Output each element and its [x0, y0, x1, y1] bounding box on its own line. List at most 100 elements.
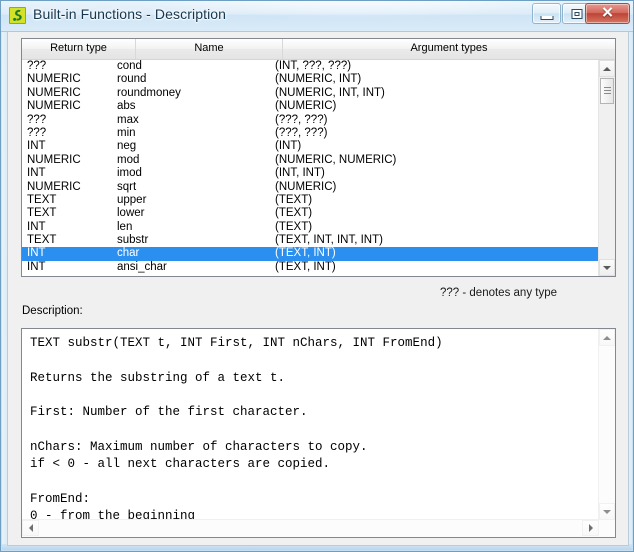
minimize-icon: [540, 15, 553, 20]
cell-name: mod: [117, 153, 140, 166]
cell-return-type: ???: [27, 126, 47, 139]
chevron-up-icon: [603, 335, 611, 340]
window-title: Built-in Functions - Description: [33, 6, 227, 22]
cell-argument-types: (INT, ???, ???): [275, 60, 352, 72]
window-frame: Built-in Functions - Description ✕ Retur…: [0, 0, 634, 552]
cell-return-type: INT: [27, 140, 46, 153]
cell-return-type: TEXT: [27, 234, 57, 247]
cell-argument-types: (TEXT, INT): [275, 247, 336, 260]
chevron-down-icon: [603, 509, 611, 514]
any-type-note: ??? - denotes any type: [440, 287, 557, 299]
title-bar[interactable]: Built-in Functions - Description ✕: [1, 1, 633, 32]
cell-return-type: NUMERIC: [27, 100, 81, 113]
table-row[interactable]: INT len (TEXT): [22, 221, 599, 234]
cell-return-type: NUMERIC: [27, 73, 81, 86]
table-row[interactable]: NUMERIC sqrt (NUMERIC): [22, 181, 599, 194]
table-row[interactable]: INT imod (INT, INT): [22, 167, 599, 180]
column-header-name[interactable]: Name: [136, 39, 283, 59]
cell-return-type: TEXT: [27, 207, 57, 220]
cell-argument-types: (TEXT, INT, INT, INT): [275, 234, 383, 247]
table-row[interactable]: TEXT upper (TEXT): [22, 194, 599, 207]
table-row[interactable]: NUMERIC mod (NUMERIC, NUMERIC): [22, 154, 599, 167]
cell-argument-types: (NUMERIC): [275, 100, 337, 113]
cell-name: upper: [117, 193, 147, 206]
cell-return-type: TEXT: [27, 193, 57, 206]
chevron-up-icon: [603, 66, 611, 71]
client-area: Return type Name Argument types ??? cond (…: [7, 32, 629, 546]
description-scroll-up-button[interactable]: [599, 329, 615, 346]
chevron-down-icon: [603, 265, 611, 270]
cell-argument-types: (NUMERIC, NUMERIC): [275, 153, 397, 166]
cell-return-type: INT: [27, 247, 46, 260]
maximize-icon: [571, 8, 582, 19]
cell-name: abs: [117, 100, 136, 113]
cell-return-type: ???: [27, 113, 47, 126]
table-row[interactable]: INT ansi_char (TEXT, INT): [22, 261, 599, 274]
cell-name: imod: [117, 167, 142, 180]
cell-name: char: [117, 247, 140, 260]
table-row[interactable]: INT char (TEXT, INT): [22, 247, 599, 261]
cell-return-type: INT: [27, 220, 46, 233]
scroll-up-button[interactable]: [599, 60, 615, 77]
cell-name: min: [117, 126, 136, 139]
app-icon: [9, 7, 26, 24]
cell-name: ansi_char: [117, 260, 167, 273]
cell-name: round: [117, 73, 147, 86]
scrollbar-corner: [599, 520, 615, 537]
minimize-button[interactable]: [532, 3, 561, 24]
chevron-right-icon: [588, 524, 593, 532]
cell-name: max: [117, 113, 139, 126]
cell-return-type: NUMERIC: [27, 180, 81, 193]
description-scroll-down-button[interactable]: [599, 503, 615, 520]
cell-return-type: NUMERIC: [27, 153, 81, 166]
close-button[interactable]: ✕: [585, 3, 630, 24]
table-row[interactable]: INT neg (INT): [22, 140, 599, 153]
cell-argument-types: (TEXT): [275, 207, 313, 220]
column-header-return-type[interactable]: Return type: [22, 39, 136, 59]
scroll-down-button[interactable]: [599, 259, 615, 276]
table-row[interactable]: TEXT substr (TEXT, INT, INT, INT): [22, 234, 599, 247]
cell-name: cond: [117, 60, 142, 72]
cell-name: neg: [117, 140, 137, 153]
close-icon: ✕: [601, 5, 614, 21]
cell-return-type: ???: [27, 60, 47, 72]
cell-argument-types: (TEXT): [275, 193, 313, 206]
table-row[interactable]: NUMERIC round (NUMERIC, INT): [22, 73, 599, 86]
list-header-row: Return type Name Argument types: [22, 39, 615, 60]
functions-list[interactable]: Return type Name Argument types ??? cond (…: [21, 38, 616, 277]
cell-argument-types: (NUMERIC): [275, 180, 337, 193]
description-label: Description:: [22, 305, 83, 317]
table-row[interactable]: TEXT lower (TEXT): [22, 207, 599, 220]
scrollbar-thumb[interactable]: [600, 78, 614, 104]
cell-argument-types: (INT): [275, 140, 302, 153]
cell-name: sqrt: [117, 180, 137, 193]
cell-name: len: [117, 220, 133, 233]
description-panel[interactable]: TEXT substr(TEXT t, INT First, INT nChar…: [21, 328, 616, 538]
list-rows-container: ??? cond (INT, ???, ???) NUMERIC round (NUMER…: [22, 60, 599, 276]
description-text[interactable]: TEXT substr(TEXT t, INT First, INT nChar…: [22, 329, 599, 520]
cell-argument-types: (???, ???): [275, 113, 328, 126]
description-vertical-scrollbar[interactable]: [598, 329, 615, 520]
column-header-argument-types[interactable]: Argument types: [283, 39, 615, 59]
cell-return-type: INT: [27, 260, 46, 273]
cell-return-type: NUMERIC: [27, 86, 81, 99]
cell-argument-types: (TEXT, INT): [275, 260, 336, 273]
description-scroll-right-button[interactable]: [582, 520, 599, 536]
cell-argument-types: (INT, INT): [275, 167, 325, 180]
cell-name: substr: [117, 234, 149, 247]
table-row[interactable]: NUMERIC abs (NUMERIC): [22, 100, 599, 113]
cell-argument-types: (???, ???): [275, 126, 328, 139]
cell-argument-types: (TEXT): [275, 220, 313, 233]
table-row[interactable]: ??? max (???, ???): [22, 114, 599, 127]
table-row[interactable]: ??? min (???, ???): [22, 127, 599, 140]
cell-name: roundmoney: [117, 86, 181, 99]
cell-argument-types: (NUMERIC, INT): [275, 73, 362, 86]
table-row[interactable]: NUMERIC roundmoney (NUMERIC, INT, INT): [22, 87, 599, 100]
list-vertical-scrollbar[interactable]: [598, 60, 615, 276]
cell-return-type: INT: [27, 167, 46, 180]
description-horizontal-scrollbar[interactable]: [22, 519, 615, 537]
table-row[interactable]: ??? cond (INT, ???, ???): [22, 60, 599, 73]
chevron-left-icon: [28, 524, 33, 532]
description-scroll-left-button[interactable]: [22, 520, 39, 536]
cell-argument-types: (NUMERIC, INT, INT): [275, 86, 385, 99]
